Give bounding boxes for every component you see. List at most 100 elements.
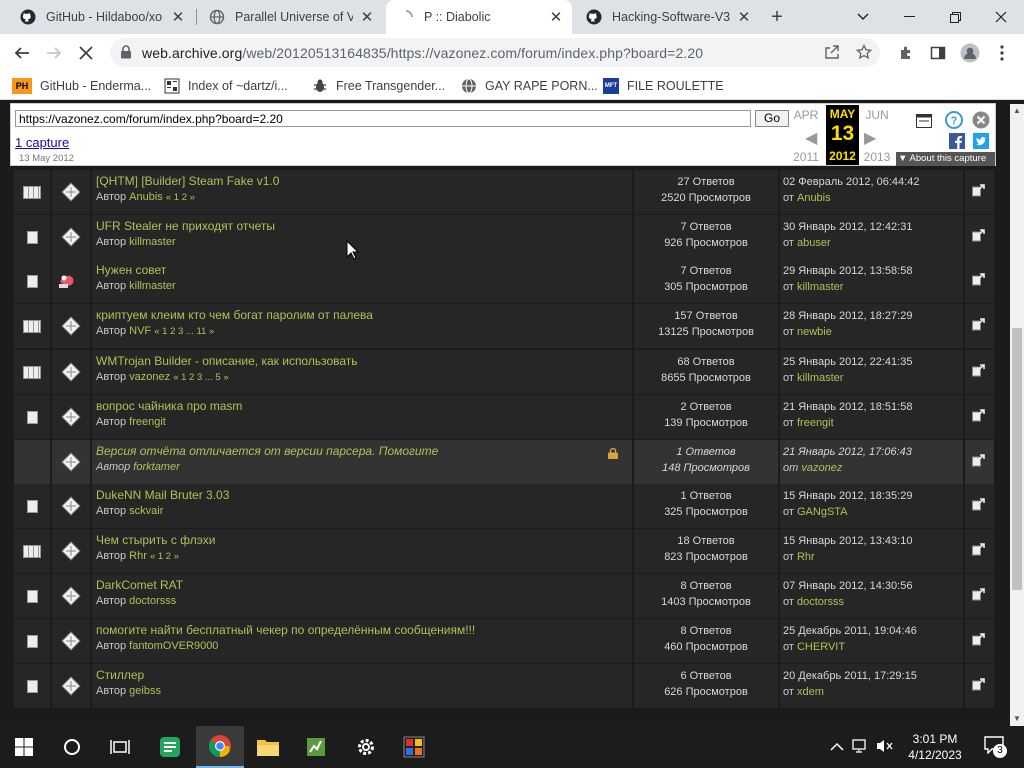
tab-parallel-universe[interactable]: Parallel Universe of V ✕ [197,0,383,34]
topic-row[interactable]: Нужен совет Автор killmaster 7 Ответов 305 … [14,259,994,303]
topic-subject-link[interactable]: WMTrojan Builder - описание, как использ… [96,354,358,368]
last-post-arrow-icon[interactable] [972,633,985,651]
topic-author-link[interactable]: vazonez [129,371,170,383]
topic-row[interactable]: криптуем клеим кто чем богат паролим от … [14,304,994,348]
topic-author-link[interactable]: NVF [129,325,151,337]
scroll-down-arrow-icon[interactable]: ▼ [1013,714,1021,723]
extensions-puzzle-icon[interactable] [893,40,919,66]
settings-gear-icon[interactable] [342,726,390,768]
last-post-arrow-icon[interactable] [972,498,985,516]
restore-button[interactable] [932,0,978,34]
notepad-app-icon[interactable] [292,726,340,768]
close-icon[interactable]: ✕ [170,9,186,26]
close-icon[interactable]: ✕ [736,9,752,26]
last-post-arrow-icon[interactable] [972,318,985,336]
topic-author-link[interactable]: geibss [129,685,161,697]
notification-center-icon[interactable]: 3 [984,736,1008,758]
network-icon[interactable] [852,738,870,759]
bookmark-star-icon[interactable] [855,43,873,65]
lastpost-author-link[interactable]: killmaster [797,281,843,293]
topic-row[interactable]: Версия отчёта отличается от версии парсе… [14,440,994,484]
about-capture-dropdown[interactable]: ▼ About this capture [896,152,995,166]
profile-avatar-icon[interactable] [957,40,983,66]
minimize-button[interactable] [886,0,932,34]
topic-author-link[interactable]: freengit [129,416,166,428]
topic-pages[interactable]: « 1 2 » [150,551,179,562]
help-icon[interactable]: ? [945,111,963,129]
topic-subject-link[interactable]: UFR Stealer не приходят отчеты [96,219,275,233]
bookmark-free-transgender[interactable]: Free Transgender... [312,77,445,95]
last-post-arrow-icon[interactable] [972,543,985,561]
tab-github-hildaboo[interactable]: GitHub - Hildaboo/xo ✕ [8,0,194,34]
topic-row[interactable]: Чем стырить с флэхи Автор Rhr « 1 2 » 18 О… [14,529,994,573]
menu-dots-icon[interactable] [989,40,1015,66]
prev-month[interactable]: APR [790,108,822,122]
topic-subject-link[interactable]: Версия отчёта отличается от версии парсе… [96,444,438,458]
side-panel-icon[interactable] [925,40,951,66]
last-post-arrow-icon[interactable] [972,588,985,606]
lastpost-author-link[interactable]: freengit [797,417,834,429]
last-post-arrow-icon[interactable] [972,364,985,382]
tab-hacking-software[interactable]: Hacking-Software-V3 ✕ [574,0,760,34]
facebook-icon[interactable] [949,133,965,149]
sheets-app-icon[interactable] [146,726,194,768]
lock-icon[interactable] [120,45,132,64]
topic-author-link[interactable]: forktamer [133,461,179,473]
next-year[interactable]: 2013 [861,150,893,164]
close-icon[interactable] [972,111,990,129]
calendar-icon[interactable] [915,112,933,130]
last-post-arrow-icon[interactable] [972,229,985,247]
prev-year[interactable]: 2011 [790,150,822,164]
lastpost-author-link[interactable]: Anubis [797,192,831,204]
back-arrow-icon[interactable] [9,40,35,66]
scroll-up-arrow-icon[interactable]: ▲ [1013,106,1021,115]
start-windows-icon[interactable] [0,726,48,768]
topic-row[interactable]: UFR Stealer не приходят отчеты Автор kill… [14,215,994,259]
topic-subject-link[interactable]: [QHTM] [Builder] Steam Fake v1.0 [96,174,279,188]
forward-arrow-icon[interactable] [41,40,67,66]
chrome-app-icon[interactable] [196,726,244,768]
lastpost-author-link[interactable]: Rhr [797,551,815,563]
tray-chevron-up-icon[interactable] [830,739,844,757]
lastpost-author-link[interactable]: vazonez [801,462,842,474]
tab-diabolic-active[interactable]: P :: Diabolic ✕ [386,0,572,34]
topic-author-link[interactable]: Rhr [129,550,147,562]
close-icon[interactable]: ✕ [359,9,375,26]
topic-author-link[interactable]: Anubis [129,191,163,203]
system-clock[interactable]: 3:01 PM 4/12/2023 [890,731,980,763]
search-circle-icon[interactable] [48,726,96,768]
topic-author-link[interactable]: doctorsss [129,595,176,607]
topic-subject-link[interactable]: DarkComet RAT [96,578,183,592]
lastpost-author-link[interactable]: doctorsss [797,596,844,608]
topic-author-link[interactable]: killmaster [129,280,175,292]
last-post-arrow-icon[interactable] [972,454,985,472]
topic-row[interactable]: [QHTM] [Builder] Steam Fake v1.0 Автор An… [14,170,994,214]
last-post-arrow-icon[interactable] [972,678,985,696]
topic-subject-link[interactable]: Нужен совет [96,263,166,277]
topic-pages[interactable]: « 1 2 3 ... 5 » [173,372,228,383]
capture-count-link[interactable]: 1 capture [15,135,69,150]
bookmark-github-enderman[interactable]: PH GitHub - Enderma... [12,77,151,95]
window-close-button[interactable] [978,0,1024,34]
stop-loading-icon[interactable] [73,40,99,66]
topic-author-link[interactable]: sckvair [129,505,163,517]
topic-subject-link[interactable]: Чем стырить с флэхи [96,533,215,547]
topic-row[interactable]: помогите найти бесплатный чекер по опред… [14,619,994,663]
lastpost-author-link[interactable]: abuser [797,237,831,249]
lastpost-author-link[interactable]: GANgSTA [797,506,848,518]
file-explorer-icon[interactable] [244,726,292,768]
new-tab-button[interactable]: + [765,6,789,28]
page-scrollbar[interactable]: ▲ ▼ [1010,104,1024,726]
next-capture-arrow-icon[interactable]: ▶ [864,128,876,148]
app-tiles-icon[interactable] [390,726,438,768]
address-bar[interactable]: web.archive.org/web/20120513164835/https… [110,38,880,67]
tab-search-chevron-icon[interactable] [840,0,886,34]
lastpost-author-link[interactable]: killmaster [797,372,843,384]
topic-pages[interactable]: « 1 2 3 ... 11 » [154,326,214,337]
last-post-arrow-icon[interactable] [972,409,985,427]
topic-row[interactable]: DarkComet RAT Автор doctorsss 8 Ответов 140… [14,574,994,618]
topic-pages[interactable]: « 1 2 » [166,192,195,203]
topic-row[interactable]: WMTrojan Builder - описание, как использ… [14,350,994,394]
topic-subject-link[interactable]: DukeNN Mail Bruter 3.03 [96,488,229,502]
task-view-icon[interactable] [96,726,144,768]
